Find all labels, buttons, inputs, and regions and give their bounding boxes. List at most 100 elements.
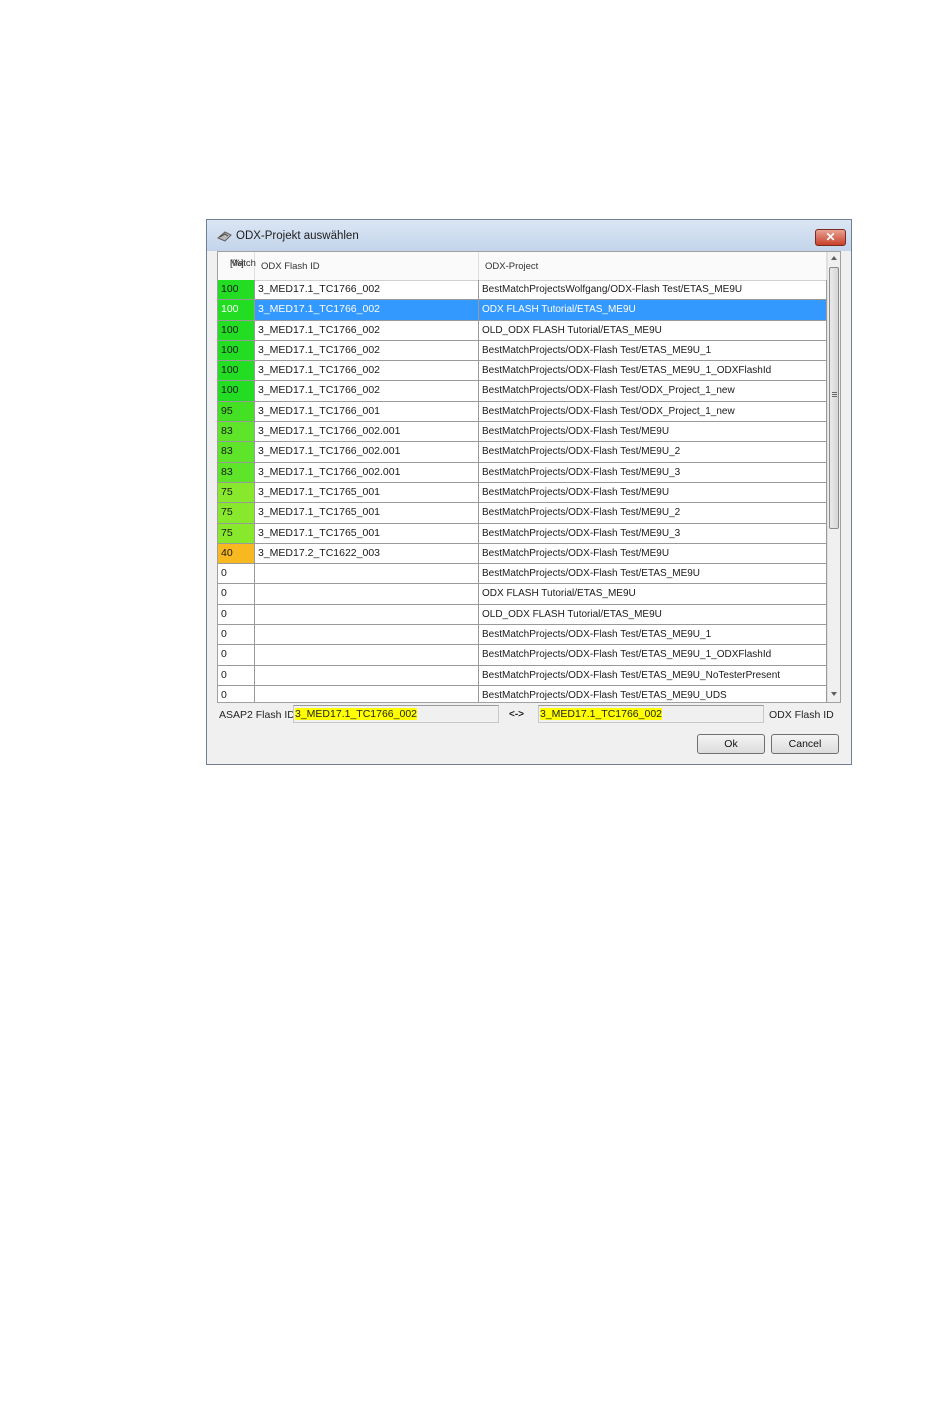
table-row[interactable]: 100 3_MED17.1_TC1766_002 BestMatchProjects… bbox=[218, 280, 827, 301]
match-cell: 100 bbox=[218, 340, 255, 362]
odx-project-cell: OLD_ODX FLASH Tutorial/ETAS_ME9U bbox=[479, 604, 827, 626]
scroll-up-arrow-icon[interactable] bbox=[831, 256, 837, 260]
table-row[interactable]: 0 OLD_ODX FLASH Tutorial/ETAS_ME9U bbox=[218, 604, 827, 626]
odx-project-cell: BestMatchProjects/ODX-Flash Test/ETAS_ME… bbox=[479, 685, 827, 702]
odx-flash-id-cell: 3_MED17.1_TC1766_002 bbox=[255, 280, 479, 301]
asap2-flash-id-field: 3_MED17.1_TC1766_002 bbox=[293, 705, 499, 723]
compare-arrow-label: <-> bbox=[509, 709, 525, 720]
scroll-down-arrow-icon[interactable] bbox=[831, 692, 837, 696]
match-cell: 0 bbox=[218, 564, 255, 585]
table-row[interactable]: 100 3_MED17.1_TC1766_002 BestMatchProjects… bbox=[218, 381, 827, 402]
table-body: 100 3_MED17.1_TC1766_002 BestMatchProjects… bbox=[218, 280, 827, 702]
odx-project-cell: BestMatchProjects/ODX-Flash Test/ME9U_2 bbox=[479, 503, 827, 524]
table-row[interactable]: 75 3_MED17.1_TC1765_001 BestMatchProjects/… bbox=[218, 523, 827, 544]
odx-flash-id-cell: 3_MED17.1_TC1766_002 bbox=[255, 381, 479, 402]
match-cell: 83 bbox=[218, 422, 255, 443]
odx-flash-id-cell bbox=[255, 665, 479, 686]
odx-flash-id-cell bbox=[255, 604, 479, 626]
odx-project-cell: BestMatchProjects/ODX-Flash Test/ME9U bbox=[479, 482, 827, 504]
cancel-button[interactable]: Cancel bbox=[771, 734, 839, 754]
table-row[interactable]: 83 3_MED17.1_TC1766_002.001 BestMatchProje… bbox=[218, 442, 827, 463]
project-table: Match [%] ODX Flash ID ODX-Project 100 3_M… bbox=[217, 251, 841, 703]
match-cell: 83 bbox=[218, 442, 255, 463]
odx-project-cell: ODX FLASH Tutorial/ETAS_ME9U bbox=[479, 300, 827, 321]
match-cell: 100 bbox=[218, 361, 255, 382]
odx-project-header-label: ODX-Project bbox=[485, 261, 539, 272]
odx-flash-id-cell: 3_MED17.1_TC1766_002.001 bbox=[255, 422, 479, 443]
odx-flash-id-cell: 3_MED17.1_TC1766_002 bbox=[255, 300, 479, 321]
odx-project-cell: BestMatchProjects/ODX-Flash Test/ME9U bbox=[479, 543, 827, 565]
close-icon: ✕ bbox=[825, 230, 836, 244]
odx-project-cell: BestMatchProjects/ODX-Flash Test/ETAS_ME… bbox=[479, 625, 827, 646]
column-header-odx-flash-id[interactable]: ODX Flash ID bbox=[255, 252, 479, 280]
title-bar: ODX-Projekt auswählen ✕ bbox=[207, 220, 851, 251]
table-row[interactable]: 0 BestMatchProjects/ODX-Flash Test/ETAS_M… bbox=[218, 645, 827, 666]
odx-flash-id-cell: 3_MED17.1_TC1766_002.001 bbox=[255, 462, 479, 483]
odx-flash-id-value: 3_MED17.1_TC1766_002 bbox=[540, 708, 663, 720]
odx-project-cell: BestMatchProjects/ODX-Flash Test/ODX_Pro… bbox=[479, 401, 827, 423]
table-row[interactable]: 0 BestMatchProjects/ODX-Flash Test/ETAS_M… bbox=[218, 564, 827, 585]
odx-flash-id-cell bbox=[255, 564, 479, 585]
odx-flash-id-cell: 3_MED17.1_TC1766_001 bbox=[255, 401, 479, 423]
table-row[interactable]: 75 3_MED17.1_TC1765_001 BestMatchProjects/… bbox=[218, 503, 827, 524]
match-cell: 95 bbox=[218, 401, 255, 423]
odx-flash-id-header-label: ODX Flash ID bbox=[261, 261, 320, 272]
odx-project-cell: ODX FLASH Tutorial/ETAS_ME9U bbox=[479, 584, 827, 605]
odx-project-cell: BestMatchProjects/ODX-Flash Test/ODX_Pro… bbox=[479, 381, 827, 402]
column-header-match[interactable]: Match [%] bbox=[218, 252, 256, 280]
table-row[interactable]: 75 3_MED17.1_TC1765_001 BestMatchProjects/… bbox=[218, 482, 827, 504]
odx-project-cell: BestMatchProjectsWolfgang/ODX-Flash Test… bbox=[479, 280, 827, 301]
match-cell: 100 bbox=[218, 381, 255, 402]
scrollbar-thumb[interactable] bbox=[829, 267, 839, 529]
vertical-scrollbar[interactable] bbox=[827, 252, 840, 702]
match-cell: 83 bbox=[218, 462, 255, 483]
odx-project-cell: BestMatchProjects/ODX-Flash Test/ME9U_3 bbox=[479, 523, 827, 544]
table-row[interactable]: 83 3_MED17.1_TC1766_002.001 BestMatchProje… bbox=[218, 422, 827, 443]
odx-flash-id-cell: 3_MED17.1_TC1765_001 bbox=[255, 523, 479, 544]
table-row[interactable]: 100 3_MED17.1_TC1766_002 BestMatchProjects… bbox=[218, 361, 827, 382]
match-cell: 0 bbox=[218, 584, 255, 605]
odx-project-cell: OLD_ODX FLASH Tutorial/ETAS_ME9U bbox=[479, 320, 827, 341]
close-button[interactable]: ✕ bbox=[815, 229, 846, 246]
table-header: Match [%] ODX Flash ID ODX-Project bbox=[218, 252, 827, 281]
odx-flash-id-field: 3_MED17.1_TC1766_002 bbox=[538, 705, 764, 723]
table-row[interactable]: 40 3_MED17.2_TC1622_003 BestMatchProjects/… bbox=[218, 543, 827, 565]
odx-flash-id-label: ODX Flash ID bbox=[769, 709, 834, 721]
table-row[interactable]: 0 ODX FLASH Tutorial/ETAS_ME9U bbox=[218, 584, 827, 605]
odx-project-cell: BestMatchProjects/ODX-Flash Test/ETAS_ME… bbox=[479, 645, 827, 666]
match-cell: 0 bbox=[218, 604, 255, 626]
match-cell: 75 bbox=[218, 523, 255, 544]
table-row[interactable]: 100 3_MED17.1_TC1766_002 BestMatchProjects… bbox=[218, 340, 827, 362]
odx-project-cell: BestMatchProjects/ODX-Flash Test/ETAS_ME… bbox=[479, 665, 827, 686]
odx-project-cell: BestMatchProjects/ODX-Flash Test/ME9U_2 bbox=[479, 442, 827, 463]
table-row[interactable]: 83 3_MED17.1_TC1766_002.001 BestMatchProje… bbox=[218, 462, 827, 483]
table-row[interactable]: 0 BestMatchProjects/ODX-Flash Test/ETAS_M… bbox=[218, 665, 827, 686]
odx-flash-id-cell: 3_MED17.2_TC1622_003 bbox=[255, 543, 479, 565]
table-row[interactable]: 0 BestMatchProjects/ODX-Flash Test/ETAS_M… bbox=[218, 685, 827, 702]
table-row[interactable]: 100 3_MED17.1_TC1766_002 OLD_ODX FLASH Tut… bbox=[218, 320, 827, 341]
odx-project-cell: BestMatchProjects/ODX-Flash Test/ETAS_ME… bbox=[479, 361, 827, 382]
match-cell: 0 bbox=[218, 645, 255, 666]
match-cell: 75 bbox=[218, 482, 255, 504]
odx-flash-id-cell: 3_MED17.1_TC1765_001 bbox=[255, 482, 479, 504]
match-header-line2: [%] bbox=[230, 258, 244, 269]
app-icon bbox=[217, 231, 232, 242]
odx-project-cell: BestMatchProjects/ODX-Flash Test/ETAS_ME… bbox=[479, 564, 827, 585]
table-row[interactable]: 95 3_MED17.1_TC1766_001 BestMatchProjects/… bbox=[218, 401, 827, 423]
odx-project-dialog: ODX-Projekt auswählen ✕ Match [%] ODX Fla… bbox=[206, 219, 852, 765]
odx-flash-id-cell: 3_MED17.1_TC1766_002 bbox=[255, 340, 479, 362]
odx-project-cell: BestMatchProjects/ODX-Flash Test/ETAS_ME… bbox=[479, 340, 827, 362]
match-cell: 0 bbox=[218, 685, 255, 702]
match-cell: 40 bbox=[218, 543, 255, 565]
match-cell: 0 bbox=[218, 665, 255, 686]
column-header-odx-project[interactable]: ODX-Project bbox=[479, 252, 827, 280]
table-row[interactable]: 100 3_MED17.1_TC1766_002 ODX FLASH Tutoria… bbox=[218, 300, 827, 321]
odx-flash-id-cell: 3_MED17.1_TC1766_002 bbox=[255, 361, 479, 382]
dialog-title: ODX-Projekt auswählen bbox=[236, 230, 359, 242]
match-cell: 75 bbox=[218, 503, 255, 524]
odx-flash-id-cell: 3_MED17.1_TC1766_002 bbox=[255, 320, 479, 341]
table-row[interactable]: 0 BestMatchProjects/ODX-Flash Test/ETAS_M… bbox=[218, 625, 827, 646]
asap2-flash-id-value: 3_MED17.1_TC1766_002 bbox=[295, 708, 418, 720]
match-cell: 100 bbox=[218, 280, 255, 301]
ok-button[interactable]: Ok bbox=[697, 734, 765, 754]
